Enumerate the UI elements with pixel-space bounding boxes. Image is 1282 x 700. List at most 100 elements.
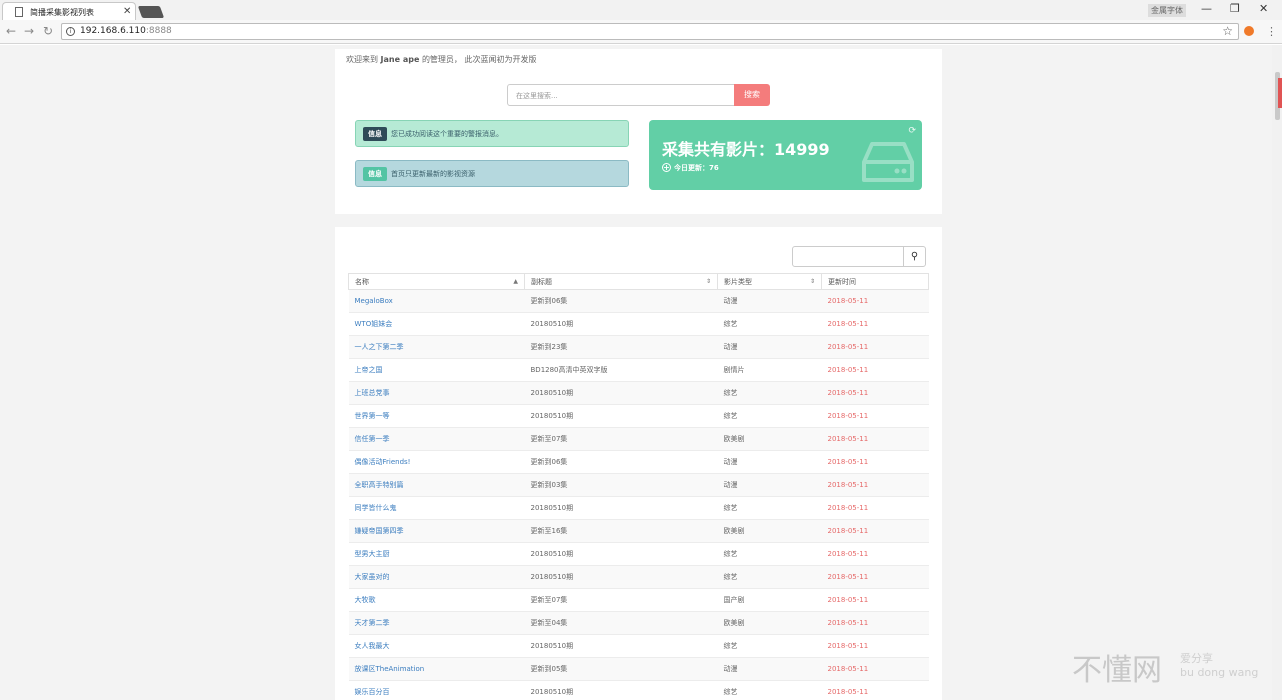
close-window-button[interactable]: ✕ <box>1259 2 1268 15</box>
table-row[interactable]: 天才第二季 更新至04集 欧美剧 2018-05-11 <box>348 611 929 635</box>
column-header-name[interactable]: 名称 ▲ <box>348 273 525 290</box>
table-row[interactable]: 一人之下第二季 更新到23集 动漫 2018-05-11 <box>348 335 929 359</box>
document-icon <box>15 7 23 17</box>
alert-badge: 信息 <box>363 127 387 141</box>
cell-name[interactable]: 世界第一等 <box>348 404 525 428</box>
cell-name[interactable]: 上帝之国 <box>348 358 525 382</box>
column-header-subtitle[interactable]: 副标题 ⇕ <box>524 273 718 290</box>
cell-subtitle: 20180510期 <box>524 565 718 589</box>
refresh-icon[interactable]: ⟳ <box>908 126 916 136</box>
table-row[interactable]: 上帝之国 BD1280高清中英双字版 剧情片 2018-05-11 <box>348 358 929 382</box>
cell-name[interactable]: 上班总党事 <box>348 381 525 405</box>
maximize-button[interactable]: ❐ <box>1230 2 1240 15</box>
cell-date: 2018-05-11 <box>821 565 929 589</box>
table-row[interactable]: 嫌疑帝国第四季 更新至16集 欧美剧 2018-05-11 <box>348 519 929 543</box>
table-row[interactable]: 世界第一等 20180510期 综艺 2018-05-11 <box>348 404 929 428</box>
table-row[interactable]: 大家虽对的 20180510期 综艺 2018-05-11 <box>348 565 929 589</box>
alert-success: 信息 您已成功阅读这个重要的警报消息。 <box>355 120 629 147</box>
minimize-button[interactable]: — <box>1201 2 1212 15</box>
table-body: MegaloBox 更新到06集 动漫 2018-05-11 WTO姐妹会 2018051… <box>348 289 929 700</box>
cell-name[interactable]: 大牧歌 <box>348 588 525 612</box>
table-row[interactable]: 上班总党事 20180510期 综艺 2018-05-11 <box>348 381 929 405</box>
bookmark-star-icon[interactable]: ☆ <box>1222 24 1233 38</box>
url-port: :8888 <box>145 26 172 36</box>
cell-date: 2018-05-11 <box>821 358 929 382</box>
back-arrow-icon[interactable]: ← <box>6 24 16 38</box>
table-row[interactable]: 女人我最大 20180510期 综艺 2018-05-11 <box>348 634 929 658</box>
cell-date: 2018-05-11 <box>821 496 929 520</box>
cell-name[interactable]: 全职高手特别篇 <box>348 473 525 497</box>
table-row[interactable]: 放课区TheAnimation 更新到05集 动漫 2018-05-11 <box>348 657 929 681</box>
cell-subtitle: 20180510期 <box>524 381 718 405</box>
cell-type: 综艺 <box>717 565 822 589</box>
watermark-side-top: 爱分享 <box>1180 652 1213 665</box>
url-input[interactable]: i 192.168.6.110:8888 ☆ <box>61 23 1239 40</box>
cell-name[interactable]: 一人之下第二季 <box>348 335 525 359</box>
new-tab-button[interactable] <box>137 6 165 18</box>
cell-date: 2018-05-11 <box>821 404 929 428</box>
table-row[interactable]: 同学皆什么鬼 20180510期 综艺 2018-05-11 <box>348 496 929 520</box>
column-header-type[interactable]: 影片类型 ⇕ <box>717 273 822 290</box>
cell-name[interactable]: 信任第一季 <box>348 427 525 451</box>
table-row[interactable]: 信任第一季 更新至07集 欧美剧 2018-05-11 <box>348 427 929 451</box>
cell-subtitle: 20180510期 <box>524 680 718 700</box>
cell-name[interactable]: 同学皆什么鬼 <box>348 496 525 520</box>
cell-name[interactable]: WTO姐妹会 <box>348 312 525 336</box>
cell-name[interactable]: 嫌疑帝国第四季 <box>348 519 525 543</box>
cell-date: 2018-05-11 <box>821 289 929 313</box>
table-row[interactable]: WTO姐妹会 20180510期 综艺 2018-05-11 <box>348 312 929 336</box>
search-icon[interactable]: ⚲ <box>903 246 926 267</box>
search-button[interactable]: 搜索 <box>734 84 770 106</box>
table-row[interactable]: 娱乐百分百 20180510期 综艺 2018-05-11 <box>348 680 929 700</box>
cell-type: 综艺 <box>717 680 822 700</box>
cell-date: 2018-05-11 <box>821 312 929 336</box>
reload-icon[interactable]: ↻ <box>43 24 53 38</box>
welcome-suffix: 的管理员， 此次蓝闻初为开发版 <box>421 55 537 64</box>
cell-subtitle: 20180510期 <box>524 404 718 428</box>
table-row[interactable]: 大牧歌 更新至07集 国产剧 2018-05-11 <box>348 588 929 612</box>
cell-name[interactable]: 女人我最大 <box>348 634 525 658</box>
browser-tab[interactable]: 简播采集影视列表 ✕ <box>2 2 136 20</box>
cell-subtitle: 更新到06集 <box>524 450 718 474</box>
cell-type: 动漫 <box>717 657 822 681</box>
cell-date: 2018-05-11 <box>821 542 929 566</box>
scrollbar[interactable] <box>1272 45 1282 700</box>
column-header-date[interactable]: 更新时间 <box>821 273 929 290</box>
welcome-message: 欢迎来到 Jane ape 的管理员， 此次蓝闻初为开发版 <box>346 54 536 65</box>
extension-icon[interactable] <box>1244 26 1254 36</box>
info-icon[interactable]: i <box>66 27 75 36</box>
cell-subtitle: 更新至16集 <box>524 519 718 543</box>
cell-name[interactable]: 偶像活动Friends! <box>348 450 525 474</box>
table-row[interactable]: 偶像活动Friends! 更新到06集 动漫 2018-05-11 <box>348 450 929 474</box>
profile-label[interactable]: 金属字体 <box>1148 4 1186 17</box>
cell-subtitle: 更新到05集 <box>524 657 718 681</box>
movie-count-title: 采集共有影片：14999 <box>662 140 830 159</box>
forward-arrow-icon[interactable]: → <box>24 24 34 38</box>
today-update-text: 今日更新：76 <box>674 164 719 172</box>
cell-subtitle: 20180510期 <box>524 634 718 658</box>
table-row[interactable]: MegaloBox 更新到06集 动漫 2018-05-11 <box>348 289 929 313</box>
cell-name[interactable]: 大家虽对的 <box>348 565 525 589</box>
today-update: + 今日更新：76 <box>662 163 719 173</box>
header-label: 名称 <box>355 277 369 286</box>
movie-count-card: ⟳ 采集共有影片：14999 + 今日更新：76 <box>649 120 922 190</box>
cell-name[interactable]: MegaloBox <box>348 289 525 313</box>
cell-subtitle: 更新至07集 <box>524 588 718 612</box>
cell-name[interactable]: 型男大主厨 <box>348 542 525 566</box>
menu-icon[interactable]: ⋮ <box>1266 25 1277 38</box>
cell-date: 2018-05-11 <box>821 473 929 497</box>
cell-name[interactable]: 天才第二季 <box>348 611 525 635</box>
cell-date: 2018-05-11 <box>821 519 929 543</box>
search-input[interactable]: 在这里搜索... <box>507 84 735 106</box>
table-search-input[interactable] <box>792 246 904 267</box>
table-row[interactable]: 型男大主厨 20180510期 综艺 2018-05-11 <box>348 542 929 566</box>
cell-date: 2018-05-11 <box>821 634 929 658</box>
cell-subtitle: 更新到23集 <box>524 335 718 359</box>
tab-close-icon[interactable]: ✕ <box>123 6 131 17</box>
watermark-side: 爱分享 bu dong wang <box>1180 652 1258 680</box>
cell-name[interactable]: 放课区TheAnimation <box>348 657 525 681</box>
sort-asc-icon: ▲ <box>513 278 518 285</box>
table-row[interactable]: 全职高手特别篇 更新到03集 动漫 2018-05-11 <box>348 473 929 497</box>
cell-name[interactable]: 娱乐百分百 <box>348 680 525 700</box>
cell-date: 2018-05-11 <box>821 427 929 451</box>
